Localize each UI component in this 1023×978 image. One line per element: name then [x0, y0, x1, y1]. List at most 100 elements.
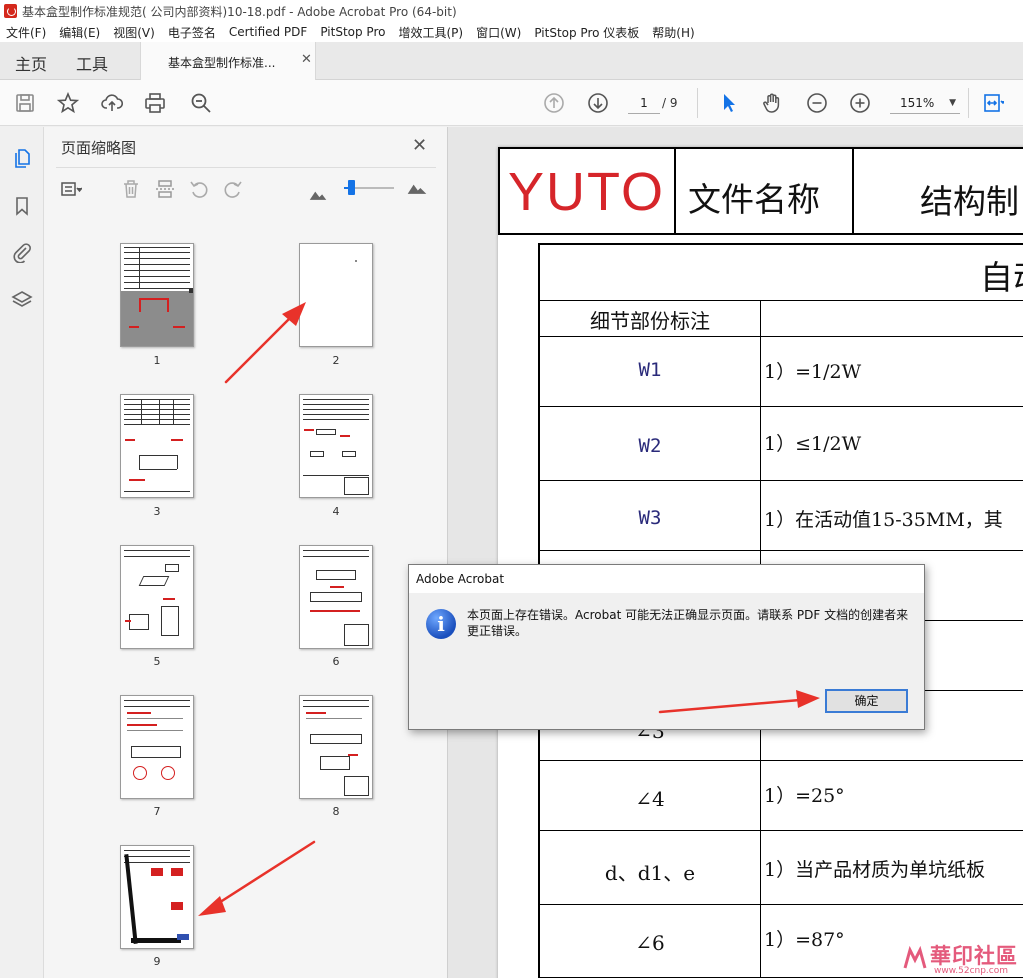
- menu-plugins[interactable]: 增效工具(P): [398, 24, 463, 41]
- tab-document-label: 基本盒型制作标准...: [168, 56, 276, 70]
- row-label: W2: [638, 435, 662, 457]
- page-thumbnail-1[interactable]: [120, 243, 194, 347]
- menu-help[interactable]: 帮助(H): [652, 24, 694, 41]
- tab-row: 主页 工具 基本盒型制作标准... ✕: [0, 42, 1023, 80]
- tab-tools[interactable]: 工具: [76, 51, 108, 75]
- layers-icon[interactable]: [11, 289, 33, 311]
- acrobat-app-icon: [4, 4, 17, 18]
- hand-icon[interactable]: [761, 92, 783, 114]
- select-pointer-icon[interactable]: [718, 92, 740, 114]
- search-zoom-icon[interactable]: [190, 92, 212, 114]
- row-label: d、d1、e: [604, 861, 696, 885]
- menu-window[interactable]: 窗口(W): [476, 24, 521, 41]
- page-thumbnail-4[interactable]: [299, 394, 373, 498]
- header-structure-title: 结构制: [920, 182, 1019, 221]
- table-row: W3 1）在活动值15-35MM，其: [540, 481, 1023, 551]
- tab-close-icon[interactable]: ✕: [301, 52, 312, 67]
- panel-title: 页面缩略图: [61, 139, 137, 157]
- close-icon[interactable]: ✕: [412, 135, 427, 156]
- page-thumbnail-label: 7: [153, 805, 161, 818]
- window-title: 基本盒型制作标准规范( 公司内部资料)10-18.pdf - Adobe Acr…: [22, 4, 457, 19]
- header-document-name: 文件名称: [688, 180, 820, 219]
- page-thumbnail-6[interactable]: [299, 545, 373, 649]
- rotate-left-icon[interactable]: [188, 178, 210, 200]
- document-view[interactable]: YUTO 文件名称 结构制 自动 细节部份标注 W1 1）=1/2W W2: [448, 127, 1023, 978]
- page-thumbnail-label: 2: [332, 354, 340, 367]
- dialog-message: 本页面上存在错误。Acrobat 可能无法正确显示页面。请联系 PDF 文档的创…: [467, 608, 909, 638]
- panel-divider: [56, 167, 436, 168]
- page-thumbnail-5[interactable]: [120, 545, 194, 649]
- bookmark-icon[interactable]: [11, 195, 33, 217]
- page-total: / 9: [662, 96, 678, 110]
- page-header-table: YUTO 文件名称 结构制: [498, 147, 1023, 235]
- page-up-icon[interactable]: [543, 92, 565, 114]
- tab-document[interactable]: 基本盒型制作标准... ✕: [140, 42, 316, 80]
- menu-edit[interactable]: 编辑(E): [59, 24, 100, 41]
- row-label: ∠4: [635, 787, 665, 811]
- larger-thumbnails-icon[interactable]: [406, 177, 432, 199]
- dialog-title[interactable]: Adobe Acrobat: [409, 565, 924, 593]
- row-label: W3: [638, 507, 662, 529]
- error-dialog: Adobe Acrobat i 本页面上存在错误。Acrobat 可能无法正确显…: [408, 564, 925, 730]
- table-row: W2 1）≤1/2W: [540, 407, 1023, 481]
- main-toolbar: 1 / 9 151% ▼: [0, 80, 1023, 126]
- acrobat-window: 基本盒型制作标准规范( 公司内部资料)10-18.pdf - Adobe Acr…: [0, 0, 1023, 978]
- page-thumbnail-7[interactable]: [120, 695, 194, 799]
- cloud-upload-icon[interactable]: [101, 92, 124, 114]
- menu-pitstop-dashboard[interactable]: PitStop Pro 仪表板: [534, 24, 639, 41]
- page-thumbnail-label: 4: [332, 505, 340, 518]
- pages-icon[interactable]: [11, 147, 33, 169]
- page-down-icon[interactable]: [587, 92, 609, 114]
- page-thumbnail-3[interactable]: [120, 394, 194, 498]
- row-value: 1）≤1/2W: [764, 433, 862, 455]
- table-title-row: 自动: [540, 245, 1023, 301]
- print-icon[interactable]: [144, 92, 166, 114]
- zoom-in-icon[interactable]: [849, 92, 871, 114]
- info-icon: i: [426, 609, 456, 639]
- navigation-rail: [0, 127, 44, 978]
- page-thumbnail-label: 8: [332, 805, 340, 818]
- page-thumbnail-label: 5: [153, 655, 161, 668]
- ok-button[interactable]: 确定: [825, 689, 908, 713]
- thumbnail-size-slider[interactable]: [348, 180, 355, 195]
- attachment-icon[interactable]: [11, 241, 33, 264]
- page-thumbnail-label: 9: [153, 955, 161, 968]
- row-value: 1）=1/2W: [764, 361, 862, 383]
- thumbnail-options-icon[interactable]: [60, 178, 83, 200]
- row-value: 1）当产品材质为单坑纸板: [764, 859, 986, 881]
- delete-icon[interactable]: [120, 178, 142, 200]
- rotate-right-icon[interactable]: [222, 178, 244, 200]
- toolbar-separator: [968, 88, 969, 118]
- page-thumbnail-8[interactable]: [299, 695, 373, 799]
- tab-home[interactable]: 主页: [15, 51, 47, 75]
- menu-pitstop-pro[interactable]: PitStop Pro: [320, 25, 385, 39]
- page-thumbnail-2[interactable]: [299, 243, 373, 347]
- yuto-logo: YUTO: [508, 162, 666, 222]
- menu-view[interactable]: 视图(V): [113, 24, 155, 41]
- column-header: 细节部份标注: [590, 309, 710, 333]
- watermark-logo-icon: [903, 946, 927, 969]
- smaller-thumbnails-icon[interactable]: [307, 182, 327, 200]
- title-bar: 基本盒型制作标准规范( 公司内部资料)10-18.pdf - Adobe Acr…: [0, 0, 1023, 22]
- menu-file[interactable]: 文件(F): [6, 24, 46, 41]
- menu-certified-pdf[interactable]: Certified PDF: [229, 25, 308, 39]
- row-value: 1）在活动值15-35MM，其: [764, 509, 1003, 531]
- page-thumbnail-9[interactable]: [120, 845, 194, 949]
- table-row: d、d1、e 1）当产品材质为单坑纸板: [540, 831, 1023, 905]
- zoom-level-value: 151%: [900, 96, 935, 110]
- star-icon[interactable]: [56, 91, 80, 114]
- zoom-level-select[interactable]: 151% ▼: [890, 92, 960, 114]
- toolbar-separator: [697, 88, 698, 118]
- zoom-out-icon[interactable]: [806, 92, 828, 114]
- extract-pages-icon[interactable]: [154, 178, 176, 200]
- menu-bar: 文件(F) 编辑(E) 视图(V) 电子签名 Certified PDF Pit…: [0, 22, 1023, 42]
- page-thumbnail-label: 3: [153, 505, 161, 518]
- menu-esign[interactable]: 电子签名: [168, 24, 216, 41]
- pdf-page: YUTO 文件名称 结构制 自动 细节部份标注 W1 1）=1/2W W2: [498, 147, 1023, 978]
- save-icon[interactable]: [14, 92, 36, 114]
- chevron-down-icon: ▼: [949, 98, 956, 108]
- page-number-input[interactable]: 1: [628, 92, 660, 114]
- page-thumbnail-label: 1: [153, 354, 161, 367]
- fit-page-icon[interactable]: [982, 92, 1006, 114]
- row-label: W1: [638, 359, 662, 381]
